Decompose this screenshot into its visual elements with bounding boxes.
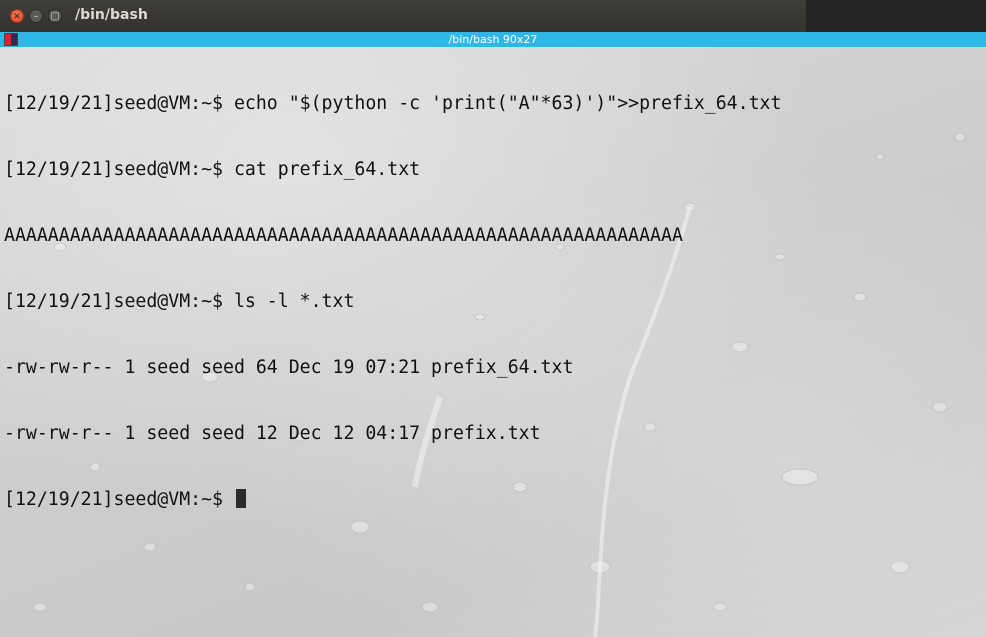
terminal-line: -rw-rw-r-- 1 seed seed 64 Dec 19 07:21 p… <box>4 357 574 378</box>
tab-bar[interactable]: /bin/bash 90x27 <box>0 32 986 47</box>
terminal-output[interactable]: [12/19/21]seed@VM:~$ echo "$(python -c '… <box>4 49 781 555</box>
text-cursor <box>235 489 246 508</box>
close-icon[interactable]: × <box>10 9 24 23</box>
window-title: /bin/bash <box>75 7 148 23</box>
terminal-line: AAAAAAAAAAAAAAAAAAAAAAAAAAAAAAAAAAAAAAAA… <box>4 225 683 246</box>
terminal-window: × – □ /bin/bash /bin/bash 90x27 [12/19/2… <box>0 0 986 637</box>
tab-title[interactable]: /bin/bash 90x27 <box>0 32 986 47</box>
maximize-icon[interactable]: □ <box>48 9 62 23</box>
prompt-text: [12/19/21]seed@VM:~$ <box>4 489 234 510</box>
terminal-line: -rw-rw-r-- 1 seed seed 12 Dec 12 04:17 p… <box>4 423 541 444</box>
minimize-icon[interactable]: – <box>29 9 43 23</box>
terminal-line: [12/19/21]seed@VM:~$ ls -l *.txt <box>4 291 355 312</box>
terminal-line: [12/19/21]seed@VM:~$ cat prefix_64.txt <box>4 159 421 180</box>
terminal-line: [12/19/21]seed@VM:~$ echo "$(python -c '… <box>4 93 782 114</box>
prompt-line[interactable]: [12/19/21]seed@VM:~$ <box>4 489 781 511</box>
desktop-edge <box>806 0 986 32</box>
title-bar[interactable]: × – □ /bin/bash <box>0 0 986 33</box>
terminal-area[interactable]: [12/19/21]seed@VM:~$ echo "$(python -c '… <box>0 47 986 637</box>
